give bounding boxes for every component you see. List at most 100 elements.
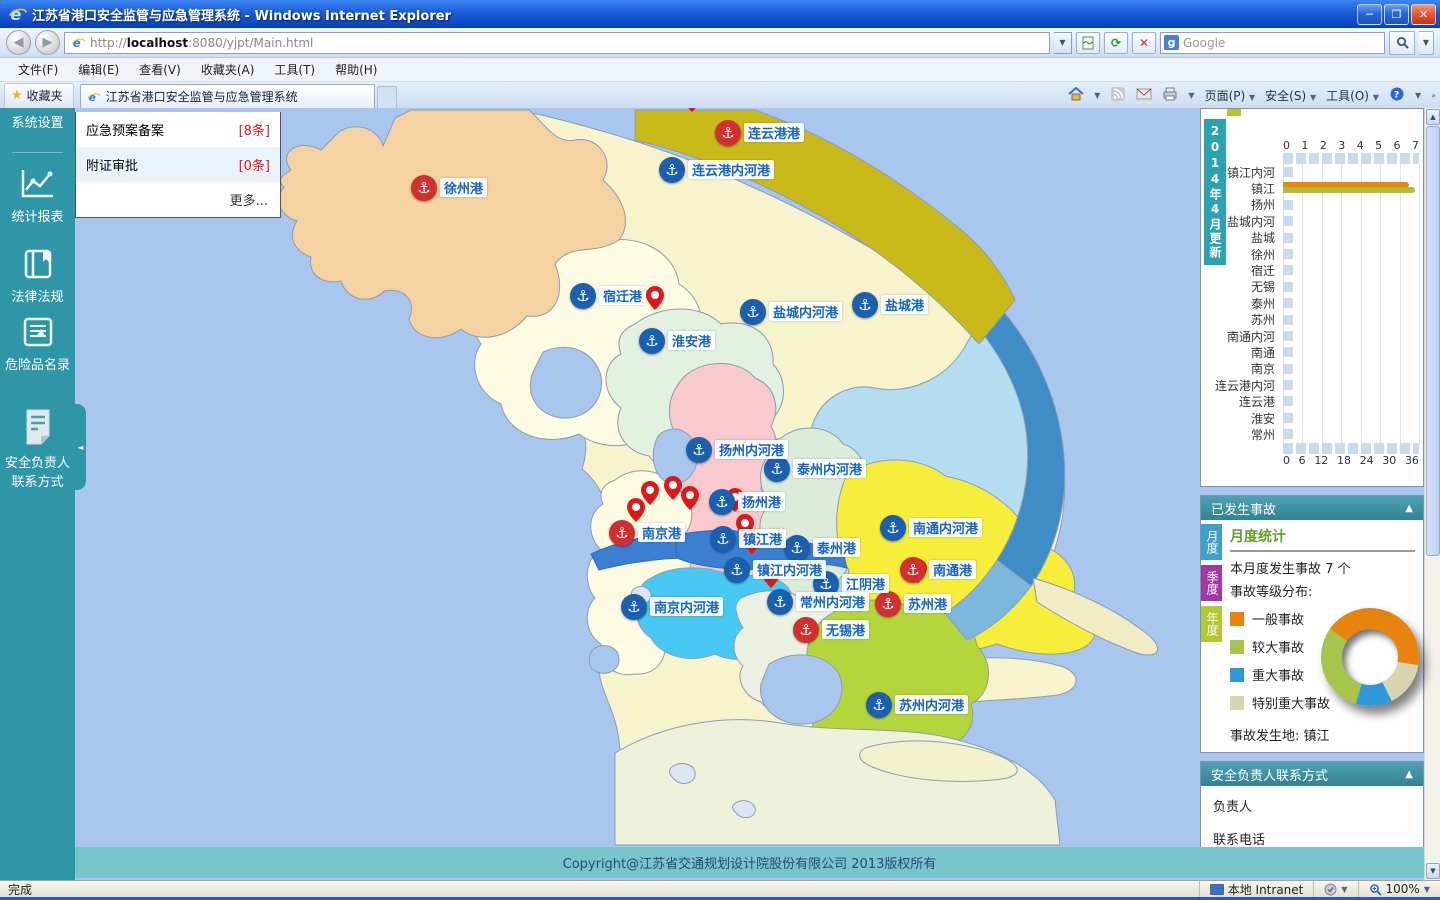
collapse-arrow-icon[interactable]: ▲ xyxy=(1405,503,1413,514)
zoom-control[interactable]: 100% ▼ xyxy=(1357,881,1440,897)
port-marker-anchor-icon[interactable]: ⚓ xyxy=(570,283,596,309)
port-label[interactable]: 南京内河港 xyxy=(650,597,724,616)
incident-panel-header[interactable]: 已发生事故 ▲ xyxy=(1201,496,1423,520)
close-button[interactable]: ✕ xyxy=(1411,3,1436,25)
search-dropdown-button[interactable]: ▼ xyxy=(1419,30,1434,55)
sidebar-item-dangerous-goods[interactable]: 危险品名录 xyxy=(0,316,75,373)
tools-menu[interactable]: 工具(O) ▼ xyxy=(1326,87,1379,104)
port-label[interactable]: 扬州港 xyxy=(738,492,786,511)
scrollbar-thumb[interactable] xyxy=(1426,126,1440,556)
incident-tab-1[interactable]: 季度 xyxy=(1201,565,1222,601)
port-label[interactable]: 无锡港 xyxy=(822,620,870,639)
port-label[interactable]: 常州内河港 xyxy=(796,592,870,611)
port-label[interactable]: 镇江内河港 xyxy=(753,560,827,579)
security-menu[interactable]: 安全(S) ▼ xyxy=(1265,87,1316,104)
port-marker-anchor-icon[interactable]: ⚓ xyxy=(852,292,878,318)
vertical-scrollbar[interactable]: ▲ ▼ xyxy=(1424,108,1440,880)
contact-panel-header[interactable]: 安全负责人联系方式 ▲ xyxy=(1201,762,1423,786)
port-marker-anchor-icon[interactable]: ⚓ xyxy=(866,692,892,718)
map-area[interactable]: ⚓ 连云港港 ⚓ 连云港内河港 ⚓ 徐州港 ⚓ 宿迁港 ⚓ 淮安港 ⚓ 盐城内河港 ⚓ 盐城港 ⚓ 扬州内河港… xyxy=(75,108,1200,880)
port-marker-anchor-icon[interactable]: ⚓ xyxy=(411,175,437,201)
incident-pin-icon[interactable] xyxy=(664,476,682,504)
menu-item[interactable]: 文件(F) xyxy=(8,58,68,81)
incident-pin-icon[interactable] xyxy=(683,108,701,116)
more-link[interactable]: 更多... xyxy=(76,182,280,217)
port-marker-anchor-icon[interactable]: ⚓ xyxy=(875,591,901,617)
sidebar-item-laws[interactable]: 法律法规 xyxy=(0,248,75,305)
port-marker-anchor-icon[interactable]: ⚓ xyxy=(639,328,665,354)
read-mail-button[interactable] xyxy=(1136,87,1152,104)
minimize-button[interactable]: ─ xyxy=(1357,3,1382,25)
back-button[interactable]: ◀ xyxy=(6,30,31,55)
address-input[interactable]: e http://localhost:8080/yjpt/Main.html xyxy=(64,31,1050,54)
search-input[interactable]: g Google xyxy=(1160,31,1385,54)
port-label[interactable]: 泰州内河港 xyxy=(793,459,867,478)
restore-button[interactable]: ❐ xyxy=(1384,3,1409,25)
address-dropdown-button[interactable]: ▼ xyxy=(1054,31,1072,54)
sidebar-collapse-handle[interactable]: ◄ xyxy=(75,404,86,490)
port-marker-anchor-icon[interactable]: ⚓ xyxy=(609,520,635,546)
page-menu[interactable]: 页面(P) ▼ xyxy=(1205,87,1256,104)
port-marker-anchor-icon[interactable]: ⚓ xyxy=(715,120,741,146)
port-marker-anchor-icon[interactable]: ⚓ xyxy=(767,589,793,615)
collapse-arrow-icon[interactable]: ▲ xyxy=(1405,769,1413,780)
port-marker-anchor-icon[interactable]: ⚓ xyxy=(880,515,906,541)
sidebar-item-statistics[interactable]: 统计报表 xyxy=(0,166,75,225)
menu-item[interactable]: 工具(T) xyxy=(264,58,325,81)
new-tab-stub[interactable] xyxy=(376,86,397,108)
favorites-button[interactable]: ★ 收藏夹 xyxy=(4,83,74,108)
port-label[interactable]: 徐州港 xyxy=(440,178,488,197)
menu-item[interactable]: 查看(V) xyxy=(129,58,191,81)
port-label[interactable]: 苏州港 xyxy=(904,594,952,613)
sidebar-item-safety-contacts[interactable]: 安全负责人联系方式 xyxy=(0,408,75,490)
home-button[interactable] xyxy=(1068,87,1084,104)
incident-tab-2[interactable]: 年度 xyxy=(1201,606,1222,642)
port-label[interactable]: 南通内河港 xyxy=(909,518,983,537)
scroll-up-button[interactable]: ▲ xyxy=(1426,109,1440,125)
stop-button[interactable]: ✕ xyxy=(1132,31,1156,54)
scroll-down-button[interactable]: ▼ xyxy=(1426,863,1440,879)
port-marker-anchor-icon[interactable]: ⚓ xyxy=(764,456,790,482)
port-marker-anchor-icon[interactable]: ⚓ xyxy=(710,526,736,552)
menu-item[interactable]: 收藏夹(A) xyxy=(191,58,265,81)
port-marker-anchor-icon[interactable]: ⚓ xyxy=(686,437,712,463)
help-button[interactable]: ? xyxy=(1389,87,1405,104)
print-button[interactable] xyxy=(1162,87,1178,104)
port-label[interactable]: 连云港港 xyxy=(744,123,805,142)
port-label[interactable]: 苏州内河港 xyxy=(895,695,969,714)
port-label[interactable]: 江阴港 xyxy=(842,574,890,593)
compatibility-view-button[interactable] xyxy=(1076,31,1100,54)
menu-item[interactable]: 编辑(E) xyxy=(68,58,129,81)
port-label[interactable]: 南京港 xyxy=(638,523,686,542)
port-label[interactable]: 宿迁港 xyxy=(599,286,647,305)
port-marker-anchor-icon[interactable]: ⚓ xyxy=(740,299,766,325)
port-marker-anchor-icon[interactable]: ⚓ xyxy=(709,489,735,515)
forward-button[interactable]: ▶ xyxy=(35,30,60,55)
incident-pin-icon[interactable] xyxy=(681,486,699,514)
port-label[interactable]: 盐城港 xyxy=(881,295,929,314)
browser-tab[interactable]: e 江苏省港口安全监管与应急管理系统 xyxy=(79,84,375,108)
refresh-button[interactable]: ⟳ xyxy=(1104,31,1128,54)
port-marker-anchor-icon[interactable]: ⚓ xyxy=(784,535,810,561)
port-label[interactable]: 连云港内河港 xyxy=(688,160,775,179)
menu-item[interactable]: 帮助(H) xyxy=(325,58,387,81)
protected-mode-button[interactable]: ▼ xyxy=(1313,881,1357,897)
port-marker-anchor-icon[interactable]: ⚓ xyxy=(659,157,685,183)
feeds-button[interactable] xyxy=(1110,87,1126,104)
search-button[interactable] xyxy=(1389,30,1415,55)
chevron-more-icon[interactable]: » xyxy=(1431,91,1436,100)
quick-row-emergency-plan[interactable]: 应急预案备案 [8条] xyxy=(76,112,280,147)
port-label[interactable]: 淮安港 xyxy=(668,331,716,350)
port-label[interactable]: 镇江港 xyxy=(739,529,787,548)
sidebar-item-system-settings[interactable]: 系统设置 xyxy=(0,112,75,131)
port-label[interactable]: 盐城内河港 xyxy=(769,302,843,321)
port-marker-anchor-icon[interactable]: ⚓ xyxy=(621,594,647,620)
port-marker-anchor-icon[interactable]: ⚓ xyxy=(793,617,819,643)
port-label[interactable]: 泰州港 xyxy=(813,538,861,557)
port-marker-anchor-icon[interactable]: ⚓ xyxy=(724,557,750,583)
port-marker-anchor-icon[interactable]: ⚓ xyxy=(900,557,926,583)
incident-tab-0[interactable]: 月度 xyxy=(1201,524,1222,560)
quick-row-certificate-approval[interactable]: 附证审批 [0条] xyxy=(76,147,280,182)
port-label[interactable]: 南通港 xyxy=(929,560,977,579)
port-label[interactable]: 扬州内河港 xyxy=(715,440,789,459)
